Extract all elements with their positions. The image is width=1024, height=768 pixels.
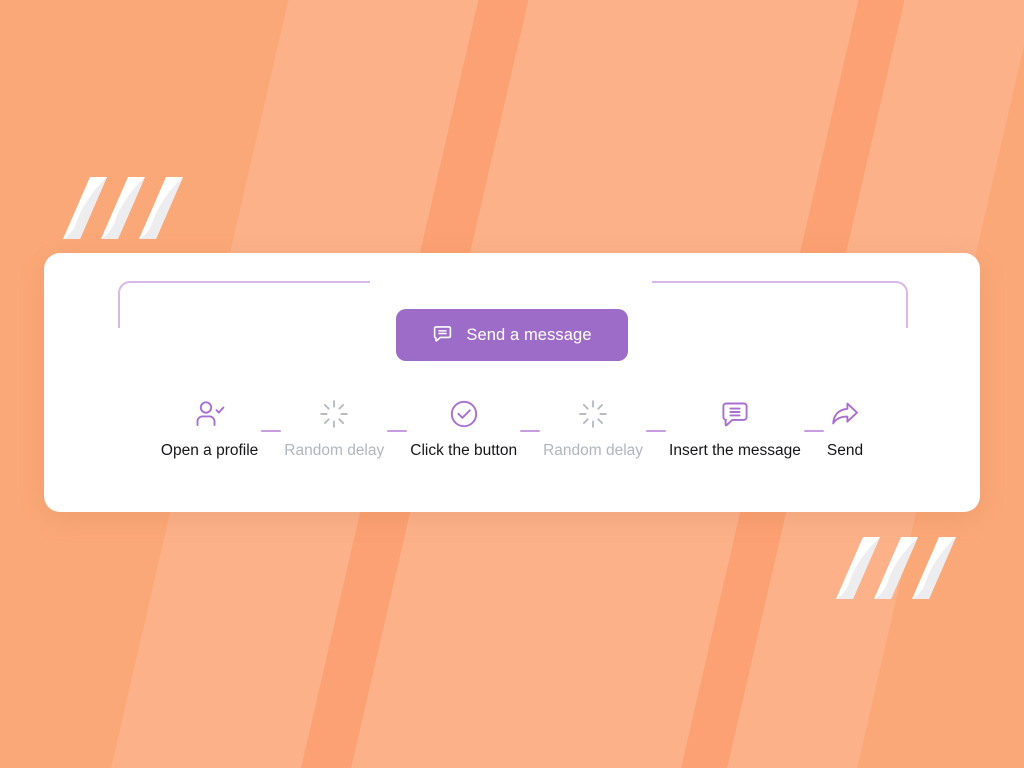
message-bubble-icon bbox=[719, 393, 751, 435]
check-circle-icon bbox=[448, 393, 480, 435]
step-open-a-profile[interactable]: Open a profile bbox=[161, 393, 258, 460]
workflow-steps-row: Open a profile Random delay Click the bu… bbox=[44, 393, 980, 483]
send-a-message-button-label: Send a message bbox=[466, 325, 592, 344]
dash-icon bbox=[387, 430, 408, 432]
step-label: Random delay bbox=[284, 442, 385, 459]
spinner-icon bbox=[577, 393, 609, 435]
send-a-message-button[interactable]: Send a message bbox=[396, 309, 628, 361]
step-separator bbox=[643, 393, 669, 435]
step-separator bbox=[384, 393, 410, 435]
dash-icon bbox=[261, 430, 282, 432]
step-label: Insert the message bbox=[669, 442, 801, 459]
step-send[interactable]: Send bbox=[827, 393, 863, 460]
step-separator bbox=[517, 393, 543, 435]
step-label: Open a profile bbox=[160, 442, 259, 459]
workflow-card: Send a message Open a profile Random del… bbox=[44, 253, 980, 512]
brand-logo-top-left bbox=[63, 177, 183, 239]
scene: Send a message Open a profile Random del… bbox=[0, 0, 1024, 768]
share-arrow-icon bbox=[829, 393, 861, 435]
dash-icon bbox=[803, 430, 824, 432]
spinner-icon bbox=[318, 393, 350, 435]
step-label: Send bbox=[826, 442, 864, 459]
step-separator bbox=[801, 393, 827, 435]
dash-icon bbox=[520, 430, 541, 432]
message-bubble-icon bbox=[432, 323, 453, 347]
step-random-delay-2[interactable]: Random delay bbox=[543, 393, 643, 460]
step-label: Random delay bbox=[543, 442, 644, 459]
connector-line-left bbox=[118, 281, 370, 328]
step-insert-the-message[interactable]: Insert the message bbox=[669, 393, 801, 460]
step-random-delay-1[interactable]: Random delay bbox=[284, 393, 384, 460]
step-click-the-button[interactable]: Click the button bbox=[410, 393, 517, 460]
connector-line-right bbox=[652, 281, 908, 328]
dash-icon bbox=[646, 430, 667, 432]
flow-top-row: Send a message bbox=[44, 253, 980, 373]
user-check-icon bbox=[193, 393, 227, 435]
brand-logo-bottom-right bbox=[836, 537, 956, 599]
step-separator bbox=[258, 393, 284, 435]
step-label: Click the button bbox=[410, 442, 518, 459]
